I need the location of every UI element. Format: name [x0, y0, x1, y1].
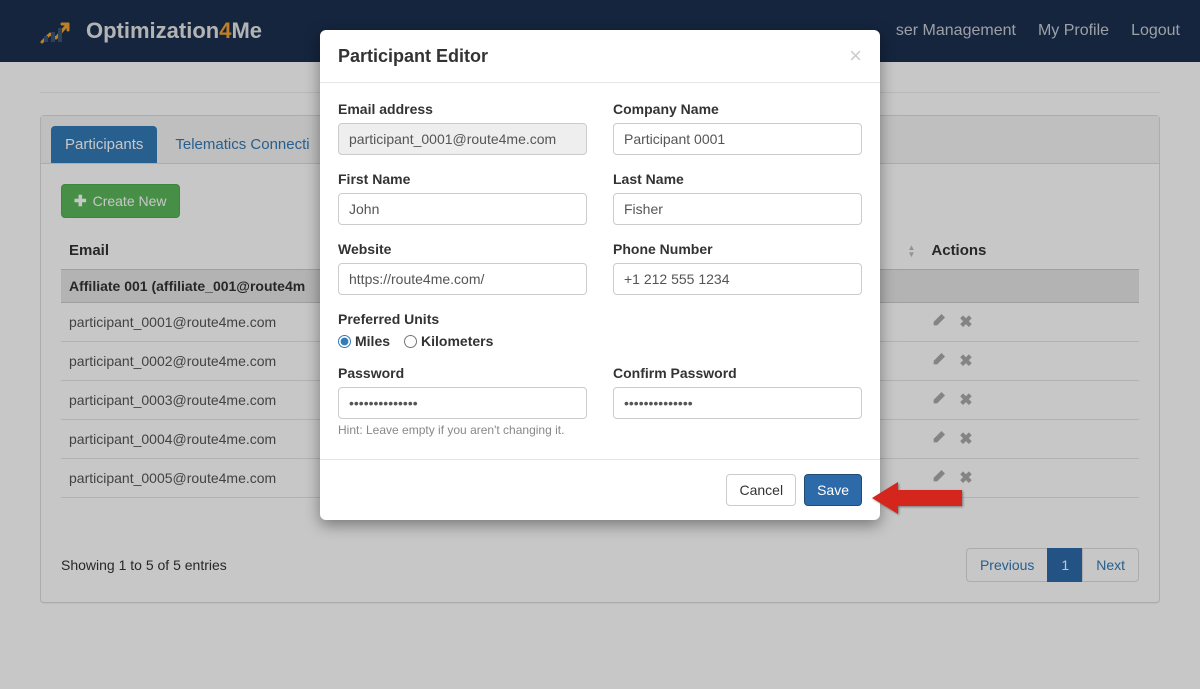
last-name-field[interactable] — [613, 193, 862, 225]
password-field[interactable] — [338, 387, 587, 419]
confirm-password-field[interactable] — [613, 387, 862, 419]
modal-title: Participant Editor — [338, 46, 488, 67]
close-icon[interactable]: × — [849, 45, 862, 67]
participant-editor-modal: Participant Editor × Email address Compa… — [320, 30, 880, 520]
save-button[interactable]: Save — [804, 474, 862, 506]
phone-field[interactable] — [613, 263, 862, 295]
password-hint: Hint: Leave empty if you aren't changing… — [338, 423, 587, 437]
label-units: Preferred Units — [338, 311, 587, 327]
label-email: Email address — [338, 101, 587, 117]
radio-km-label[interactable]: Kilometers — [404, 333, 493, 349]
radio-miles-label[interactable]: Miles — [338, 333, 390, 349]
label-password: Password — [338, 365, 587, 381]
label-website: Website — [338, 241, 587, 257]
label-confirm-password: Confirm Password — [613, 365, 862, 381]
website-field[interactable] — [338, 263, 587, 295]
label-first-name: First Name — [338, 171, 587, 187]
radio-km[interactable] — [404, 335, 417, 348]
company-field[interactable] — [613, 123, 862, 155]
cancel-button[interactable]: Cancel — [726, 474, 796, 506]
label-company: Company Name — [613, 101, 862, 117]
label-phone: Phone Number — [613, 241, 862, 257]
first-name-field[interactable] — [338, 193, 587, 225]
label-last-name: Last Name — [613, 171, 862, 187]
email-field[interactable] — [338, 123, 587, 155]
radio-miles[interactable] — [338, 335, 351, 348]
